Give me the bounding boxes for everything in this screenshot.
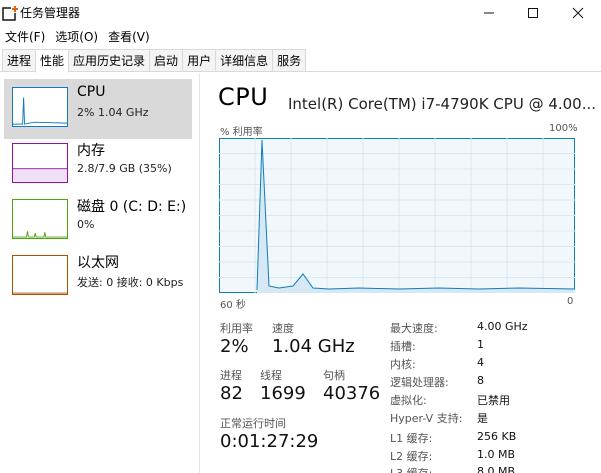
page-title: CPU	[218, 83, 269, 111]
info-value-sockets: 1	[477, 338, 484, 351]
memory-mini-graph	[12, 143, 68, 183]
info-label-l2-cache: L2 缓存:	[390, 450, 433, 463]
tab-services[interactable]: 服务	[272, 49, 307, 71]
info-label-logical-processors: 逻辑处理器:	[390, 376, 449, 389]
title-bar: 任务管理器	[0, 0, 601, 26]
speed-value: 1.04 GHz	[272, 336, 355, 357]
tab-app-history[interactable]: 应用历史记录	[68, 49, 151, 71]
menu-view[interactable]: 查看(V)	[103, 27, 155, 47]
info-value-virtualization: 已禁用	[477, 394, 510, 407]
ethernet-mini-graph	[12, 255, 68, 295]
speed-label: 速度	[272, 322, 294, 335]
resource-value: 2% 1.04 GHz	[77, 106, 149, 119]
tab-users[interactable]: 用户	[182, 49, 217, 71]
info-label-virtualization: 虚拟化:	[390, 394, 427, 407]
info-label-hyperv: Hyper-V 支持:	[390, 412, 463, 425]
resource-item-memory[interactable]: 内存 2.8/7.9 GB (35%)	[4, 135, 192, 195]
maximize-button[interactable]	[510, 0, 556, 26]
graph-axis-right: 0	[567, 296, 574, 307]
disk-mini-graph	[12, 199, 68, 239]
resource-name: 以太网	[77, 255, 119, 271]
uptime-label: 正常运行时间	[220, 417, 286, 430]
info-label-sockets: 插槽:	[390, 340, 416, 353]
window-title: 任务管理器	[20, 6, 81, 20]
resource-value: 发送: 0 接收: 0 Kbps	[77, 276, 184, 289]
info-value-cores: 4	[477, 356, 484, 369]
threads-value: 1699	[260, 383, 306, 404]
graph-label-max: 100%	[549, 123, 578, 134]
utilization-label: 利用率	[220, 322, 253, 335]
minimize-button[interactable]	[466, 0, 512, 26]
resource-item-ethernet[interactable]: 以太网 发送: 0 接收: 0 Kbps	[4, 247, 192, 307]
cpu-utilization-graph	[219, 138, 575, 293]
handles-value: 40376	[323, 383, 381, 404]
menu-bar: 文件(F) 选项(O) 查看(V)	[0, 27, 155, 47]
maximize-icon	[528, 8, 538, 18]
cpu-model-name: Intel(R) Core(TM) i7-4790K CPU @ 4.00...	[288, 95, 597, 113]
menu-options[interactable]: 选项(O)	[50, 27, 103, 47]
info-label-max-speed: 最大速度:	[390, 322, 438, 335]
resource-value: 0%	[77, 218, 95, 231]
graph-axis-left: 60 秒	[220, 300, 246, 311]
resource-item-cpu[interactable]: CPU 2% 1.04 GHz	[4, 79, 192, 139]
info-label-l1-cache: L1 缓存:	[390, 432, 433, 445]
info-value-max-speed: 4.00 GHz	[477, 320, 528, 333]
resource-item-disk[interactable]: 磁盘 0 (C: D: E:) 0%	[4, 191, 192, 251]
resource-name: 磁盘 0 (C: D: E:)	[77, 199, 187, 215]
info-label-l3-cache: L3 缓存:	[390, 465, 432, 473]
tab-processes[interactable]: 进程	[2, 49, 37, 71]
tab-bar: 进程 性能 应用历史记录 启动 用户 详细信息 服务	[0, 49, 601, 73]
info-value-l3-cache: 8.0 MB	[477, 465, 516, 473]
processes-value: 82	[220, 383, 243, 404]
tab-startup[interactable]: 启动	[149, 49, 184, 71]
tab-performance[interactable]: 性能	[35, 49, 70, 73]
cpu-mini-graph	[12, 87, 68, 127]
minimize-icon	[484, 12, 494, 14]
uptime-value: 0:01:27:29	[220, 431, 319, 452]
info-value-l2-cache: 1.0 MB	[477, 448, 516, 461]
processes-label: 进程	[220, 369, 242, 382]
resource-name: 内存	[77, 143, 105, 159]
info-value-l1-cache: 256 KB	[477, 430, 517, 443]
resource-name: CPU	[77, 84, 106, 100]
menu-file[interactable]: 文件(F)	[0, 27, 50, 47]
info-value-hyperv: 是	[477, 412, 488, 425]
handles-label: 句柄	[323, 369, 345, 382]
resource-list: CPU 2% 1.04 GHz 内存 2.8/7.9 GB (35%) 磁盘 0…	[0, 73, 200, 473]
task-manager-icon	[2, 5, 19, 21]
tab-details[interactable]: 详细信息	[215, 49, 274, 71]
info-label-cores: 内核:	[390, 358, 416, 371]
close-icon	[572, 7, 584, 19]
info-value-logical-processors: 8	[477, 374, 484, 387]
threads-label: 线程	[260, 369, 282, 382]
close-button[interactable]	[555, 0, 601, 26]
graph-label-utilization: % 利用率	[220, 127, 263, 138]
resource-value: 2.8/7.9 GB (35%)	[77, 162, 172, 175]
utilization-value: 2%	[220, 336, 249, 357]
